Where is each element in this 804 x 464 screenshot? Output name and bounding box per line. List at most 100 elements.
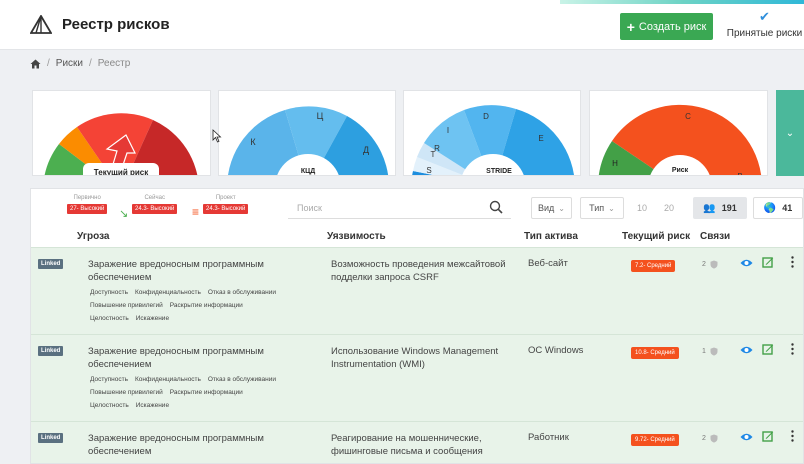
col-threat[interactable]: Угроза [77, 231, 110, 242]
more-vertical-icon[interactable] [791, 343, 794, 355]
page-title: Реестр рисков [62, 16, 170, 33]
cia-gauge[interactable]: К Ц Д КЦД [218, 90, 396, 176]
current-risk-gauge[interactable]: Текущий риск [32, 90, 211, 176]
stride-label-d: D [483, 112, 489, 121]
cia-label-c: Ц [317, 111, 324, 121]
row-asset-type: Веб-сайт [528, 258, 568, 269]
edit-icon[interactable] [762, 343, 774, 355]
summary-initial-badge: 27- Высокий [67, 204, 108, 214]
shield-icon [710, 347, 718, 356]
stride-gauge-title: STRIDE [486, 168, 512, 175]
breadcrumb-separator: / [89, 58, 92, 69]
chevron-down-icon: ⌄ [785, 127, 795, 139]
accepted-risks-label: Принятые риски [726, 28, 803, 39]
risk-label-high: В [737, 172, 742, 176]
view-eye-icon[interactable] [740, 258, 753, 268]
stride-label-e: E [538, 134, 543, 143]
tag: Искажение [135, 402, 170, 409]
edit-icon[interactable] [762, 256, 774, 268]
row-vulnerability: Реагирование на мошеннические, фишинговы… [331, 433, 483, 457]
home-icon[interactable] [30, 59, 41, 69]
summary-now-label: Сейчас [144, 195, 165, 201]
cia-label-k: К [250, 137, 256, 147]
table-row[interactable]: Linked Заражение вредоносным программным… [31, 247, 803, 334]
accepted-risks-button[interactable]: ✔ Принятые риски [725, 10, 804, 44]
tag: Отказ в обслуживании [207, 376, 276, 383]
globe-icon: 🌎 [763, 202, 777, 214]
tag: Повышение привилегий [90, 389, 163, 396]
tag: Повышение привилегий [90, 302, 163, 309]
pyramid-logo-icon [30, 15, 52, 34]
expand-panel-button[interactable]: ⌄ [776, 90, 804, 176]
row-tags: Доступность Конфиденциальность Отказ в обс… [90, 373, 330, 412]
risk-gauge-title: Риск [672, 167, 689, 174]
summary-project: Проект 24.3- Высокий [203, 195, 249, 214]
page-size-20[interactable]: 20 [664, 203, 674, 213]
people-count: 191 [721, 203, 737, 213]
tag: Отказ в обслуживании [207, 289, 276, 296]
view-dropdown-label: Вид [538, 203, 555, 213]
create-risk-button[interactable]: + Создать риск [620, 13, 713, 40]
view-eye-icon[interactable] [740, 432, 753, 442]
cia-gauge-chart: К Ц Д КЦД [228, 106, 389, 175]
risk-registry-card: Первично 27- Высокий ↘ Сейчас 24.3- Высо… [30, 188, 804, 464]
linked-badge: Linked [38, 433, 64, 443]
shield-icon [710, 260, 718, 269]
breadcrumb: / Риски / Реестр [30, 58, 130, 69]
mouse-cursor-icon [212, 129, 222, 143]
summary-now: Сейчас 24.3- Высокий [132, 195, 178, 214]
risk-label-low: Н [612, 159, 618, 168]
summary-project-label: Проект [215, 195, 236, 201]
risk-badge: 7.2- Средний [631, 260, 676, 272]
search-placeholder: Поиск [297, 203, 322, 213]
row-tags: Доступность Конфиденциальность Отказ в обс… [90, 286, 330, 325]
app-header: Реестр рисков + Создать риск ✔ Принятые … [0, 0, 804, 50]
create-risk-label: Создать риск [638, 20, 707, 33]
search-icon[interactable] [489, 200, 503, 214]
chevron-down-icon: ⌄ [608, 203, 615, 213]
page-size-10[interactable]: 10 [637, 203, 647, 213]
table-row[interactable]: Linked Заражение вредоносным программным… [31, 334, 803, 421]
risk-level-gauge[interactable]: Н С В Риск [589, 90, 768, 176]
stride-gauge[interactable]: S T R I D E STRIDE [403, 90, 581, 176]
more-vertical-icon[interactable] [791, 256, 794, 268]
view-dropdown[interactable]: Вид ⌄ [531, 197, 572, 219]
current-risk-gauge-label: Текущий риск [94, 168, 149, 176]
stride-label-s: S [426, 166, 431, 175]
col-current-risk[interactable]: Текущий риск [622, 231, 690, 242]
more-vertical-icon[interactable] [791, 430, 794, 442]
row-links[interactable]: 1 [702, 347, 718, 356]
col-asset-type[interactable]: Тип актива [524, 231, 578, 242]
row-asset-type: ОС Windows [528, 345, 584, 356]
tag: Целостность [90, 402, 129, 409]
cia-label-d: Д [363, 145, 369, 155]
search-input[interactable]: Поиск [288, 197, 511, 219]
table-row[interactable]: Linked Заражение вредоносным программным… [31, 421, 803, 463]
row-asset-type: Работник [528, 432, 569, 443]
tag: Целостность [90, 315, 129, 322]
row-links[interactable]: 2 [702, 434, 718, 443]
links-count: 1 [702, 348, 706, 355]
col-links[interactable]: Связи [700, 231, 730, 242]
type-dropdown[interactable]: Тип ⌄ [580, 197, 624, 219]
edit-icon[interactable] [762, 430, 774, 442]
row-links[interactable]: 2 [702, 260, 718, 269]
world-counter[interactable]: 🌎 41 [753, 197, 803, 219]
risk-badge: 9.72- Средний [631, 434, 679, 446]
stride-gauge-chart: S T R I D E STRIDE [412, 105, 574, 175]
row-threat: Заражение вредоносным программным обеспе… [88, 346, 264, 370]
breadcrumb-risks[interactable]: Риски [56, 58, 83, 69]
view-eye-icon[interactable] [740, 345, 753, 355]
risk-summary: Первично 27- Высокий ↘ Сейчас 24.3- Высо… [67, 195, 307, 225]
people-counter[interactable]: 👥 191 [693, 197, 747, 219]
summary-initial-label: Первично [73, 195, 101, 201]
col-vulnerability[interactable]: Уязвимость [327, 231, 386, 242]
linked-badge: Linked [38, 346, 64, 356]
current-risk-gauge-chart: Текущий риск [44, 113, 198, 176]
row-threat: Заражение вредоносным программным обеспе… [88, 259, 264, 283]
row-vulnerability: Использование Windows Management Instrum… [331, 346, 499, 370]
table-header: Угроза Уязвимость Тип актива Текущий рис… [31, 227, 803, 247]
accent-bar [560, 0, 804, 4]
summary-project-badge: 24.3- Высокий [203, 204, 249, 214]
summary-initial: Первично 27- Высокий [67, 195, 108, 214]
